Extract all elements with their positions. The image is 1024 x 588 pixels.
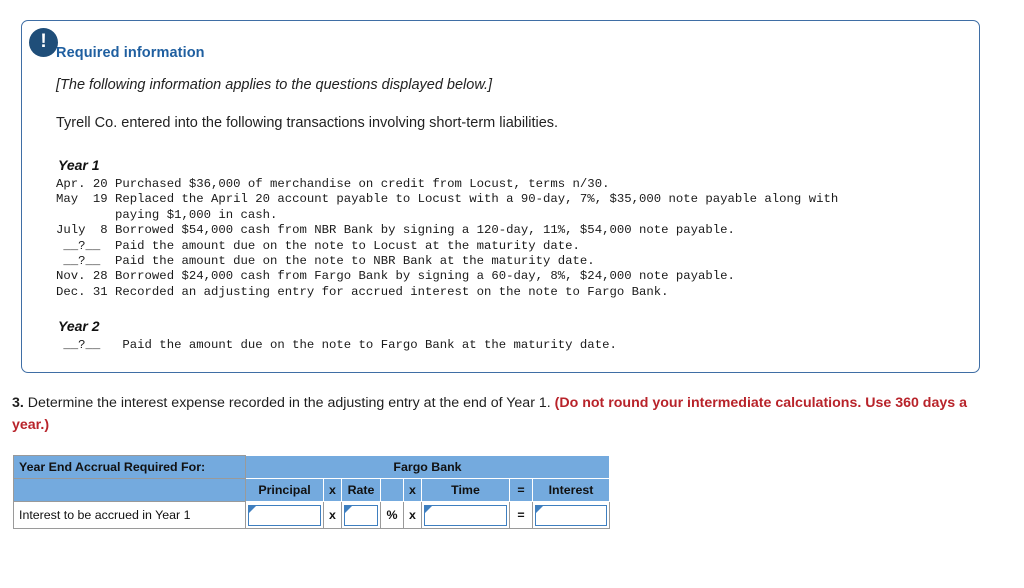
operator-times-1: x [323, 501, 342, 529]
question-number: 3. [12, 395, 24, 411]
accrual-table: Year End Accrual Required For: Fargo Ban… [13, 455, 610, 529]
question-text: Determine the interest expense recorded … [23, 395, 555, 411]
column-header-interest: Interest [532, 478, 610, 502]
applies-note: [The following information applies to th… [56, 77, 493, 93]
exclamation-glyph: ! [40, 31, 47, 52]
column-header-rate: Rate [341, 478, 381, 502]
interest-input[interactable] [535, 504, 607, 526]
interest-input-cell[interactable] [532, 501, 610, 529]
question-prompt: 3. Determine the interest expense record… [12, 392, 987, 436]
table-header-row-1: Year End Accrual Required For: Fargo Ban… [13, 455, 610, 479]
column-header-percent-blank [380, 478, 404, 502]
panel-title: Required information [56, 45, 205, 61]
bank-header: Fargo Bank [245, 455, 610, 479]
row-label: Interest to be accrued in Year 1 [13, 501, 246, 529]
intro-sentence: Tyrell Co. entered into the following tr… [56, 115, 559, 131]
column-header-time: Time [421, 478, 510, 502]
panel-content: Required information [The following info… [22, 21, 979, 354]
required-information-panel: ! Required information [The following in… [21, 20, 980, 373]
year-2-heading: Year 2 [58, 318, 100, 335]
principal-input-cell[interactable] [245, 501, 324, 529]
exclamation-icon: ! [29, 28, 58, 57]
rate-input[interactable] [344, 504, 378, 526]
year-1-heading: Year 1 [58, 157, 100, 173]
column-header-times-2: x [403, 478, 422, 502]
time-input-cell[interactable] [421, 501, 510, 529]
column-header-equals: = [509, 478, 533, 502]
rate-input-cell[interactable] [341, 501, 381, 529]
column-header-times-1: x [323, 478, 342, 502]
corner-header: Year End Accrual Required For: [13, 455, 246, 479]
year-2-transactions: __?__ Paid the amount due on the note to… [56, 338, 617, 353]
year-1-transactions: Apr. 20 Purchased $36,000 of merchandise… [56, 177, 839, 299]
header-blank-cell [13, 478, 246, 502]
table-header-row-2: Principal x Rate x Time = Interest [13, 478, 610, 502]
percent-sign: % [380, 501, 404, 529]
principal-input[interactable] [248, 504, 321, 526]
operator-times-2: x [403, 501, 422, 529]
time-input[interactable] [424, 504, 507, 526]
table-row: Interest to be accrued in Year 1 x % x = [13, 501, 610, 529]
column-header-principal: Principal [245, 478, 324, 502]
operator-equals: = [509, 501, 533, 529]
